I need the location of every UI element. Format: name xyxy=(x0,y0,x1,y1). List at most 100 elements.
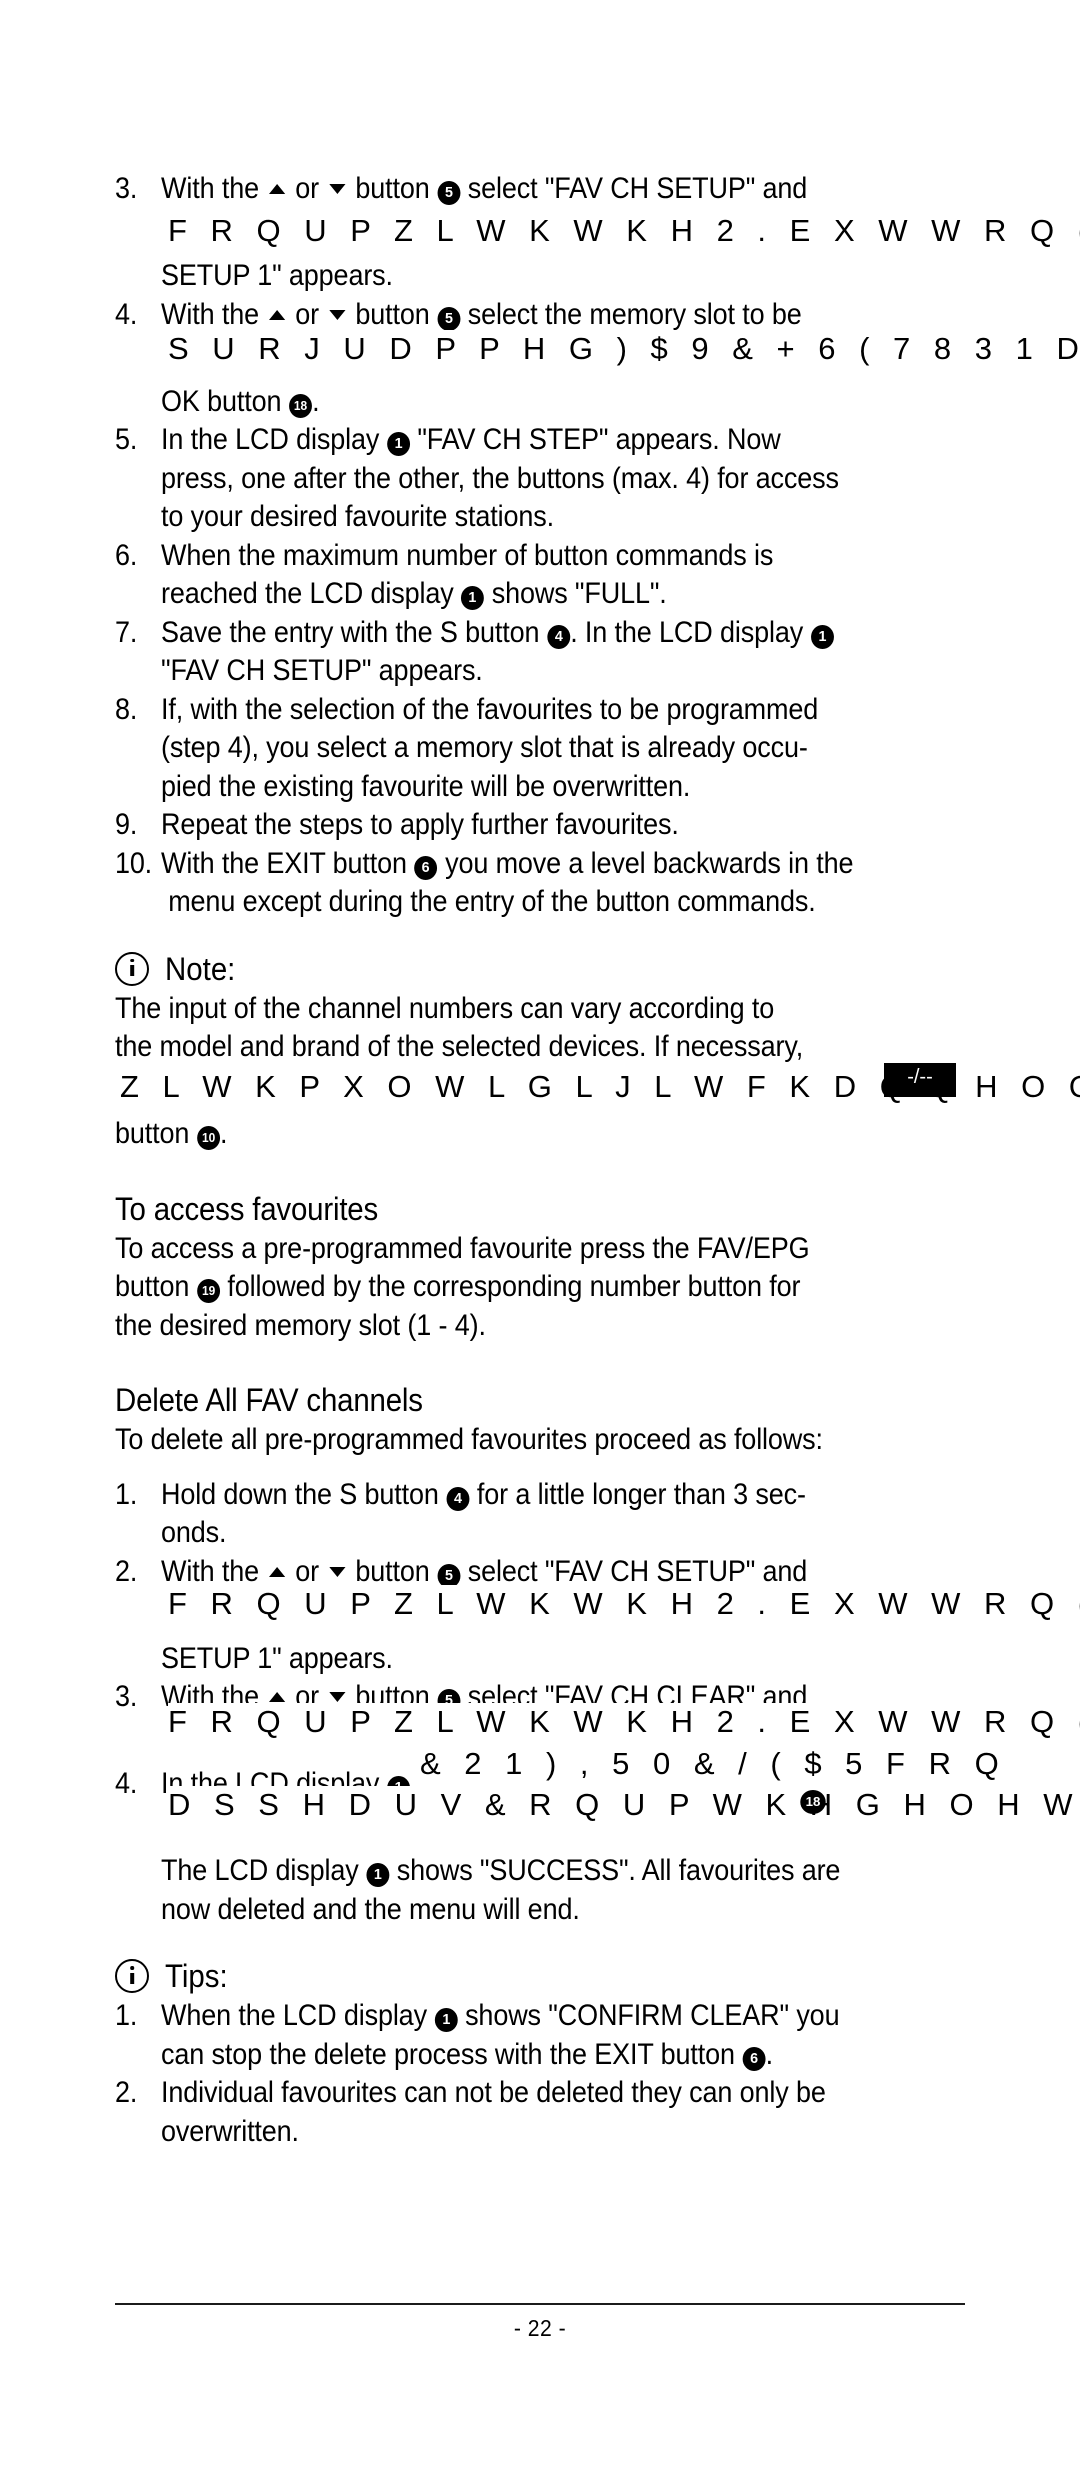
section-heading-access-favourites: To access favourites xyxy=(115,1190,379,1227)
manual-page: 3. With the or button 5 select "FAV CH S… xyxy=(0,0,1080,2484)
dstep2-b: or xyxy=(287,1554,327,1588)
circled-number-18: 18 xyxy=(800,1790,826,1814)
list-item: 6. When the maximum number of button com… xyxy=(115,537,965,614)
list-item: 2. Individual favourites can not be dele… xyxy=(115,2074,965,2151)
circled-number-6: 6 xyxy=(414,855,438,880)
list-item: 9. Repeat the steps to apply further fav… xyxy=(115,806,965,845)
fav-setup-steps: 3. With the or button 5 select "FAV CH S… xyxy=(115,170,965,922)
list-item: 1. Hold down the S button 4 for a little… xyxy=(115,1476,965,1553)
step10-a: With the EXIT button xyxy=(161,846,415,880)
page-content: 3. With the or button 5 select "FAV CH S… xyxy=(115,170,965,2151)
step4-text-d: select the memory slot to be xyxy=(460,297,802,331)
circled-number-5: 5 xyxy=(437,181,461,205)
dstep2-a: With the xyxy=(161,1554,267,1588)
step8-l3: pied the existing favourite will be over… xyxy=(161,769,691,803)
step6-l2b: shows "FULL". xyxy=(484,577,667,610)
dstep4-l3b: shows "SUCCESS". All favourites are xyxy=(389,1854,841,1887)
circled-number-overlay: 18 xyxy=(800,1790,826,1814)
list-item: 5. In the LCD display 1 "FAV CH STEP" ap… xyxy=(115,421,965,537)
tip1-l2b: . xyxy=(765,2037,774,2071)
tip1-l2a: can stop the delete process with the EXI… xyxy=(161,2037,743,2071)
step4-text-a: With the xyxy=(161,297,267,331)
step6-l1: When the maximum number of button comman… xyxy=(161,538,774,572)
note-line1: The input of the channel numbers can var… xyxy=(115,991,775,1025)
info-circle-icon xyxy=(115,1959,149,1993)
triangle-up-icon xyxy=(269,309,286,320)
dstep2-d: select "FAV CH SETUP" and xyxy=(460,1554,808,1588)
circled-number-5: 5 xyxy=(437,306,461,331)
note-label: Note: xyxy=(165,950,236,987)
info-circle-icon xyxy=(115,951,149,986)
triangle-up-icon xyxy=(269,1692,286,1702)
step3-text-c: button xyxy=(348,172,438,205)
list-number: 1. xyxy=(115,1477,138,1511)
list-item-text: If, with the selection of the favourites… xyxy=(161,691,885,807)
list-number: 10. xyxy=(115,846,152,880)
triangle-down-icon xyxy=(329,1566,346,1577)
step7-b: . In the LCD display xyxy=(570,615,811,649)
access-line3: the desired memory slot (1 - 4). xyxy=(115,1308,486,1342)
list-item-text: Repeat the steps to apply further favour… xyxy=(161,806,885,845)
step4-cont-a: OK button xyxy=(161,384,289,418)
list-item: 7. Save the entry with the S button 4. I… xyxy=(115,614,965,691)
list-number: 3. xyxy=(115,1680,138,1713)
circled-number-10: 10 xyxy=(196,1126,220,1150)
step9-l1: Repeat the steps to apply further favour… xyxy=(161,808,679,841)
list-item: 8. If, with the selection of the favouri… xyxy=(115,691,965,807)
step5-l2: press, one after the other, the buttons … xyxy=(161,461,839,495)
list-item: 10. With the EXIT button 6 you move a le… xyxy=(115,845,965,922)
triangle-down-icon xyxy=(329,1692,346,1702)
step4-text-c: button xyxy=(348,297,438,331)
tip1-b: shows "CONFIRM CLEAR" you xyxy=(457,1999,840,2032)
dstep1-l2: onds. xyxy=(161,1516,227,1549)
step3-text-a: With the xyxy=(161,172,267,205)
step10-b: you move a level backwards in the xyxy=(437,846,854,880)
note-line3-a: button xyxy=(115,1117,197,1150)
list-number: 6. xyxy=(115,538,138,572)
triangle-up-icon xyxy=(269,184,286,194)
cipher-line-6: & 2 1 ) , 5 0 & / ( $ 5 F R Q xyxy=(420,1746,1007,1781)
list-item-text: With the EXIT button 6 you move a level … xyxy=(161,845,885,922)
step7-a: Save the entry with the S button xyxy=(161,615,547,649)
access-favourites-body: To access a pre-programmed favourite pre… xyxy=(115,1230,966,1346)
list-number: 9. xyxy=(115,808,138,841)
step7-l2: "FAV CH SETUP" appears. xyxy=(161,654,483,687)
list-item: 1. When the LCD display 1 shows "CONFIRM… xyxy=(115,1997,965,2074)
dstep2-c: button xyxy=(348,1554,438,1588)
step6-l2a: reached the LCD display xyxy=(161,577,461,610)
dstep1-b: for a little longer than 3 sec- xyxy=(469,1477,806,1511)
list-number: 4. xyxy=(115,297,138,331)
step3-cont: SETUP 1" appears. xyxy=(161,259,393,292)
step4-cont-b: . xyxy=(312,384,320,418)
list-item-text: When the maximum number of button comman… xyxy=(161,537,885,614)
list-number: 5. xyxy=(115,423,138,456)
circled-number-1: 1 xyxy=(434,2008,458,2032)
tip1-a: When the LCD display xyxy=(161,1999,435,2032)
cipher-line-2: S U R J U D P P H G ) $ 9 & + 6 ( 7 8 3 … xyxy=(168,330,1080,366)
note-heading: Note: xyxy=(115,948,965,990)
redaction-block: -/-- xyxy=(884,1063,956,1097)
list-number: 7. xyxy=(115,615,138,649)
list-number: 3. xyxy=(115,172,138,205)
tip2-l1: Individual favourites can not be deleted… xyxy=(161,2076,826,2109)
step5-l3: to your desired favourite stations. xyxy=(161,500,554,533)
footer-divider xyxy=(115,2303,965,2305)
step3-text-b: or xyxy=(287,172,327,205)
tips-list: 1. When the LCD display 1 shows "CONFIRM… xyxy=(115,1997,965,2151)
tips-heading: Tips: xyxy=(115,1955,965,1997)
circled-number-1: 1 xyxy=(386,432,410,456)
step10-l2: menu except during the entry of the butt… xyxy=(168,885,816,918)
circled-number-19: 19 xyxy=(196,1279,220,1303)
circled-number-4: 4 xyxy=(446,1486,470,1511)
list-item-text: Save the entry with the S button 4. In t… xyxy=(161,614,885,691)
access-line1: To access a pre-programmed favourite pre… xyxy=(115,1231,810,1265)
step3-text-d: select "FAV CH SETUP" and xyxy=(460,172,808,205)
cipher-line-4: F R Q U P Z L W K W K H 2 . E X W W R Q … xyxy=(168,1585,1080,1621)
triangle-down-icon xyxy=(329,309,346,320)
cipher-line-7: D S S H D U V & R Q U P W K H G H O H W … xyxy=(168,1786,1080,1822)
dstep2-cont: SETUP 1" appears. xyxy=(161,1641,393,1675)
section-heading-delete-fav: Delete All FAV channels xyxy=(115,1382,423,1418)
triangle-down-icon xyxy=(329,184,346,194)
circled-number-18: 18 xyxy=(288,393,312,418)
list-number: 2. xyxy=(115,2076,138,2109)
